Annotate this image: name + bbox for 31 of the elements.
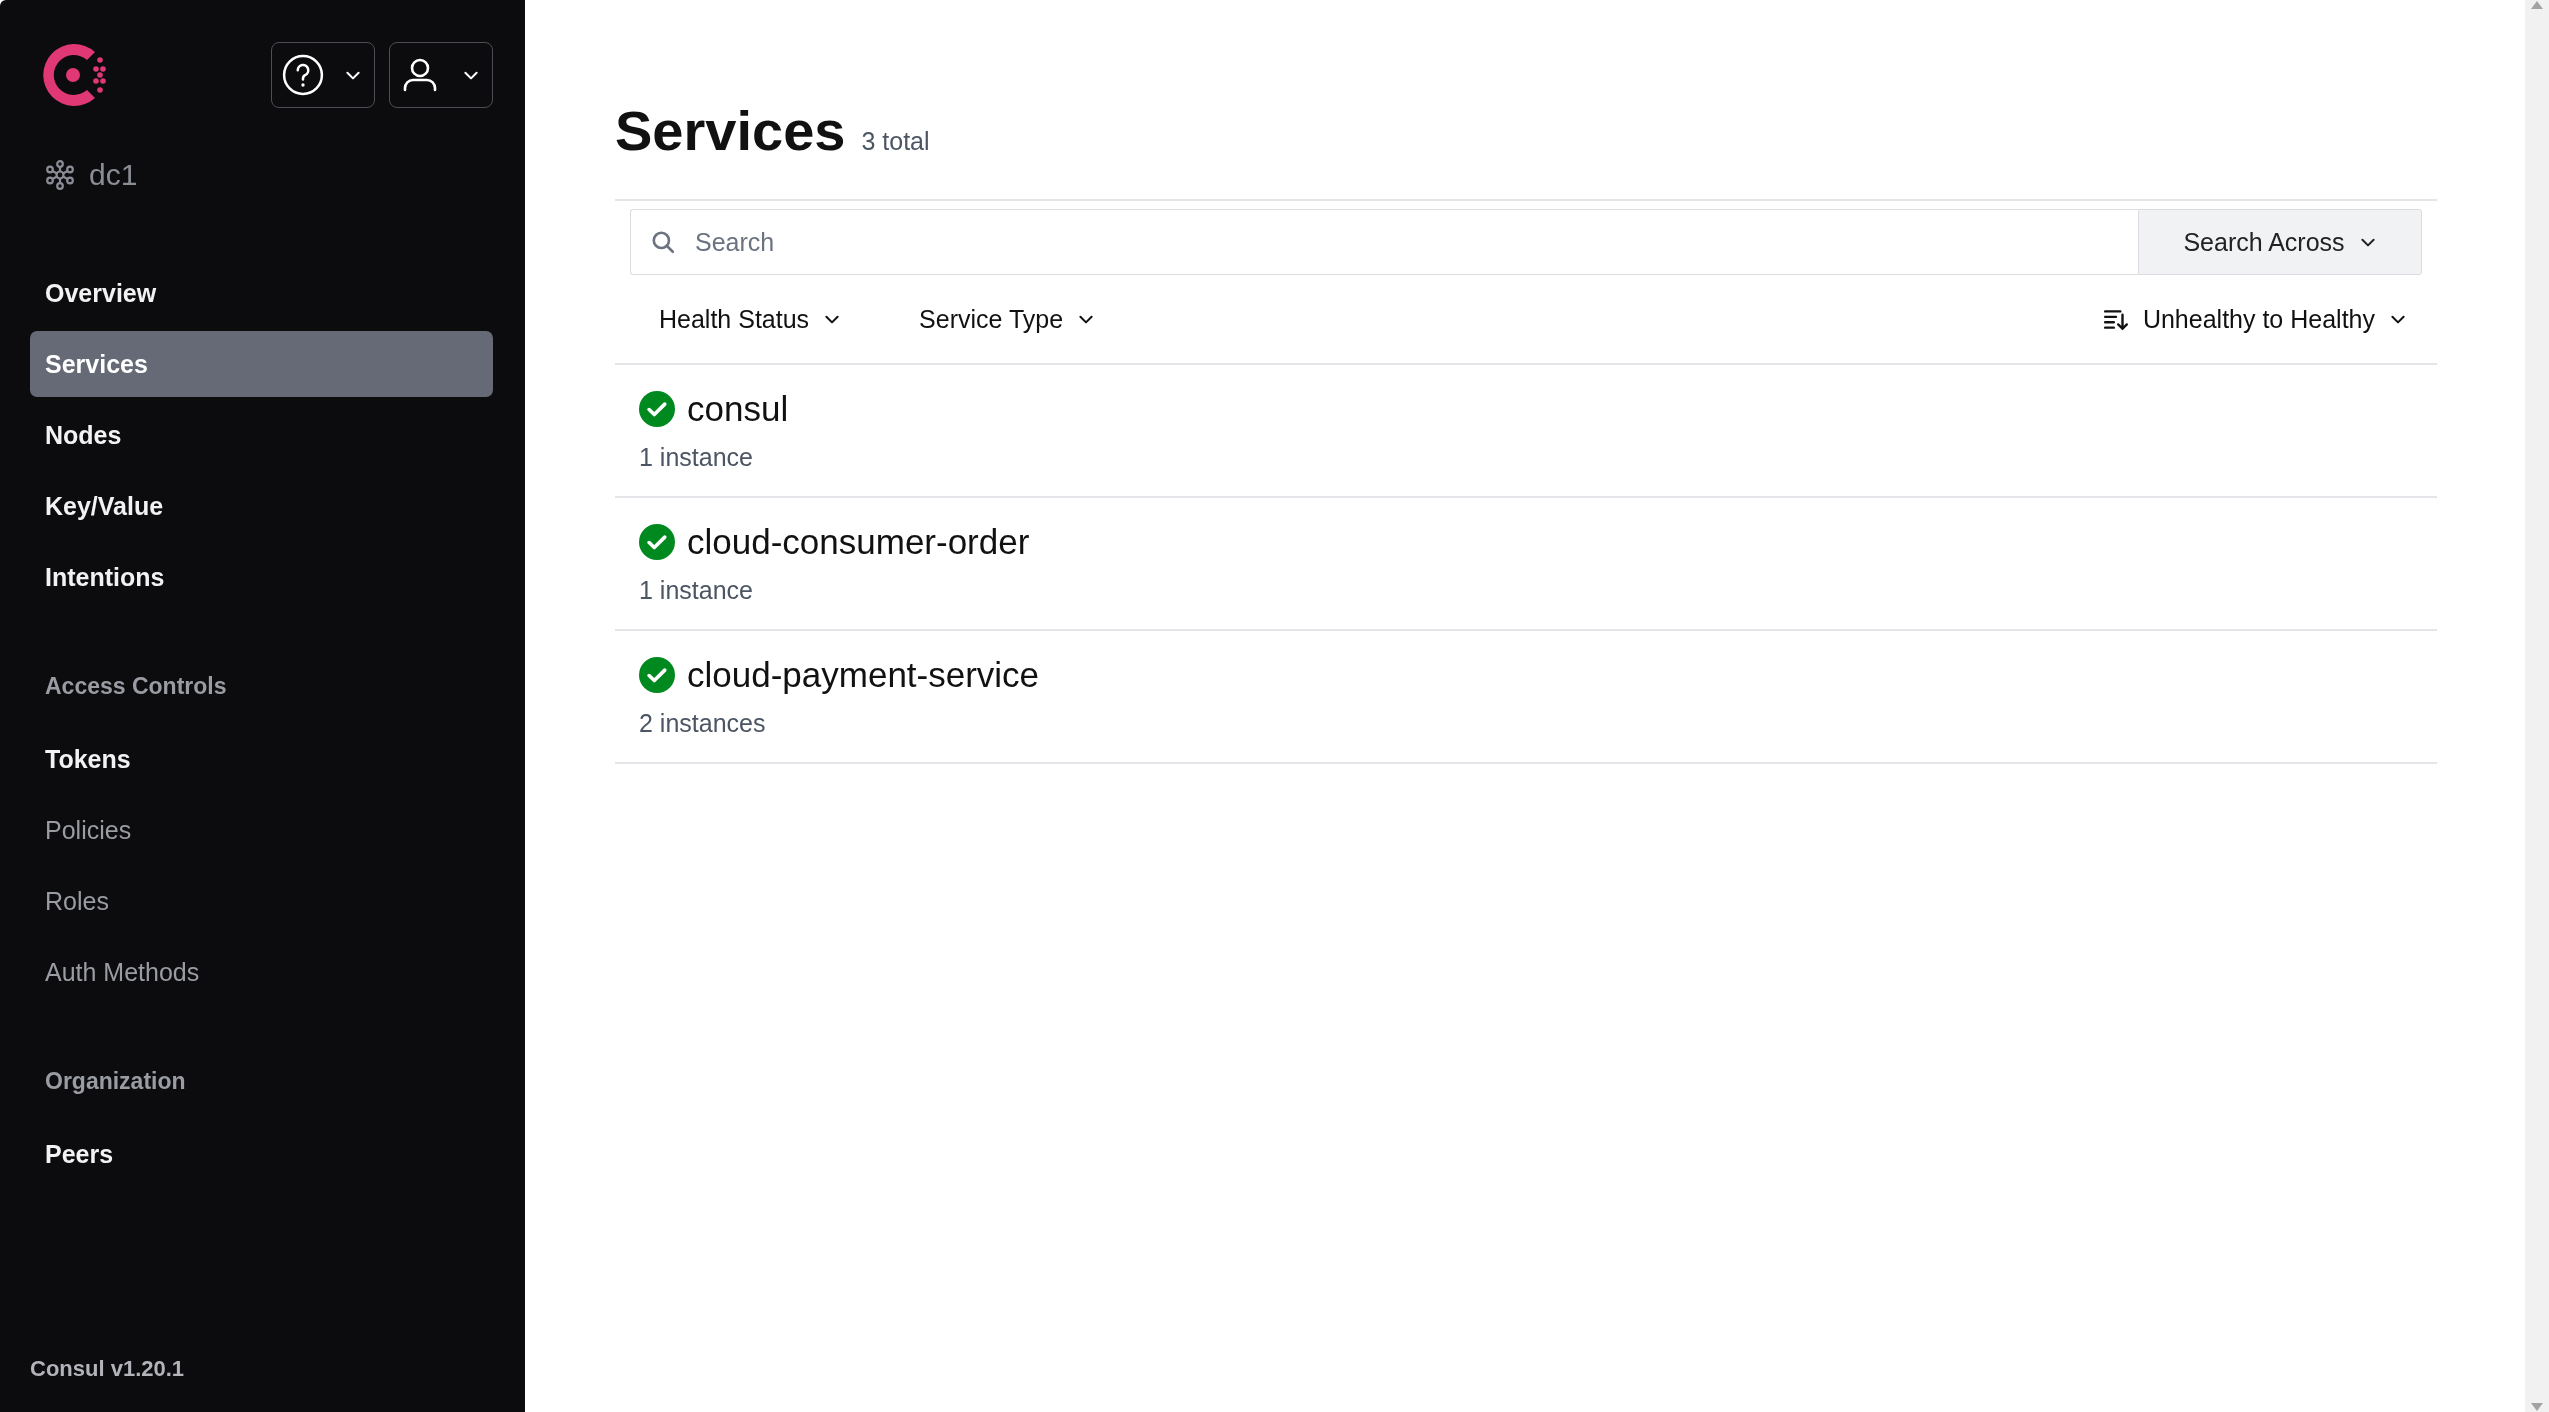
service-link[interactable]: consul — [687, 389, 789, 429]
cluster-icon — [45, 160, 75, 190]
page-title: Services — [615, 98, 846, 163]
instance-count: 1 instance — [639, 576, 754, 605]
nav-item[interactable]: Tokens — [30, 726, 493, 792]
scroll-down-icon[interactable] — [2530, 1402, 2544, 1412]
service-link[interactable]: cloud-payment-service — [687, 655, 1040, 695]
service-count: 3 total — [861, 127, 930, 156]
section-heading: Access Controls — [44, 673, 228, 700]
instance-count: 2 instances — [639, 709, 767, 738]
nav-item[interactable]: Peers — [30, 1121, 493, 1187]
instance-count: 1 instance — [639, 443, 754, 472]
nav-item[interactable]: Key/Value — [30, 473, 493, 539]
version-label: Consul v1.20.1 — [30, 1356, 186, 1383]
nav-item[interactable]: Services — [30, 331, 493, 397]
service-link[interactable]: cloud-consumer-order — [687, 522, 1030, 562]
sort-dropdown[interactable]: Unhealthy to Healthy — [2102, 304, 2407, 334]
section-heading: Organization — [44, 1068, 187, 1095]
user-menu-button[interactable] — [389, 42, 493, 108]
help-menu-button[interactable] — [271, 42, 375, 108]
search-across-button[interactable]: Search Across — [2138, 209, 2422, 275]
nav-item[interactable]: Intentions — [30, 544, 493, 610]
scroll-up-icon[interactable] — [2530, 0, 2544, 10]
nav-item[interactable]: Overview — [30, 260, 493, 326]
filter-dropdown[interactable]: Service Type — [919, 304, 1096, 334]
nav-item[interactable]: Nodes — [30, 402, 493, 468]
filter-dropdown[interactable]: Health Status — [659, 304, 842, 334]
scrollbar[interactable] — [2525, 0, 2549, 1412]
help-icon — [282, 54, 324, 96]
search-field[interactable]: Search — [630, 209, 2138, 275]
datacenter-label[interactable]: dc1 — [89, 158, 138, 192]
